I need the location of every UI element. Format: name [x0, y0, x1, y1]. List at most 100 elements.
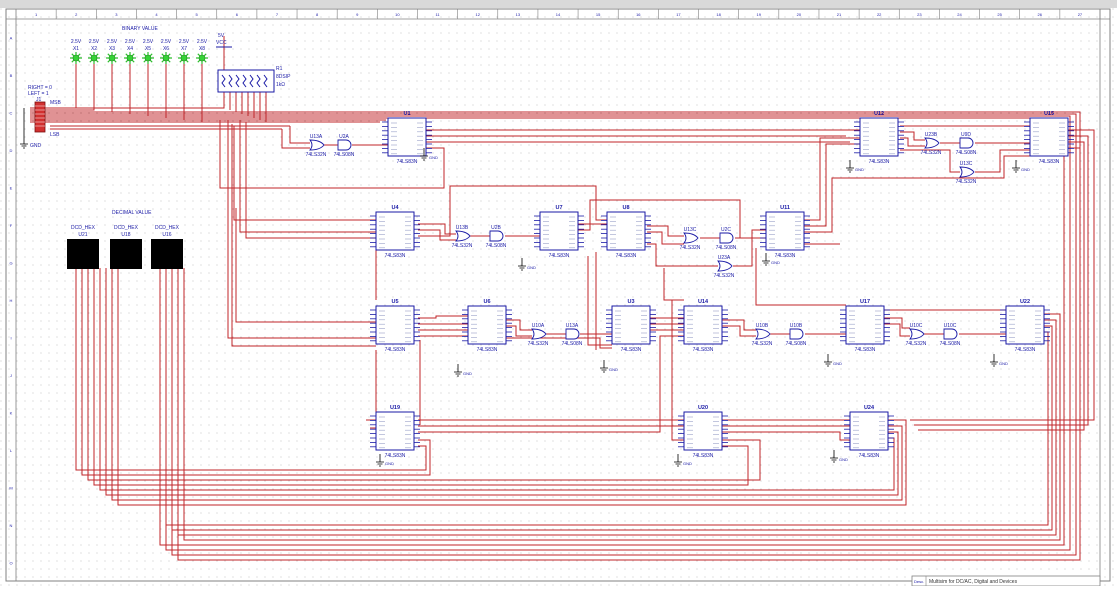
chip-body [606, 211, 646, 251]
probe-ref: X5 [145, 46, 151, 52]
gate-part: 74LS08N [562, 341, 583, 347]
display-type: DCD_HEX [71, 225, 96, 231]
chip-part: 74LS83N [869, 159, 890, 165]
chip-body [467, 305, 507, 345]
border-column-number: 27 [1078, 12, 1083, 17]
switch-msb-label: MSB [50, 100, 62, 106]
probe-voltage: 2.5V [161, 39, 172, 45]
border-row-letter: A [10, 36, 13, 41]
resistor-pack-value: 1kΩ [276, 82, 285, 88]
display-body [67, 239, 99, 269]
chip-body [1029, 117, 1069, 157]
border-column-number: 26 [1038, 12, 1043, 17]
chip-ref: U14 [698, 299, 709, 305]
gate-part: 74LS08N [334, 152, 355, 158]
probe-ref: X8 [199, 46, 205, 52]
ground-label: GND [30, 143, 42, 149]
schematic-sheet: 1 2 3 4 5 6 7 8 9 10 11 12 13 14 15 16 17 18 19 20 21 22 23 24 2… [0, 0, 1117, 587]
ground-label: GND [463, 371, 472, 376]
gate-ref: U10A [532, 323, 545, 329]
display-type: DCD_HEX [114, 225, 139, 231]
decimal-value-label: DECIMAL VALUE [112, 210, 152, 216]
gate-part: 74LS32N [528, 341, 549, 347]
resistor-pack-type: 8DSIP [276, 74, 291, 80]
chip-body [539, 211, 579, 251]
ground-label: GND [429, 155, 438, 160]
dot-grid [0, 8, 1117, 586]
border-row-letter: D [10, 148, 13, 153]
vcc-name: VCC [216, 40, 227, 46]
gate-part: 74LS32N [956, 179, 977, 185]
chip-body [611, 305, 651, 345]
probe-ref: X4 [127, 46, 133, 52]
border-row-letter: I [10, 335, 11, 340]
gate-ref: U2B [491, 225, 501, 231]
probe-ref: X6 [163, 46, 169, 52]
chip-part: 74LS83N [477, 347, 498, 353]
probe-voltage: 2.5V [179, 39, 190, 45]
chip-body [1005, 305, 1045, 345]
display-ref: U21 [78, 232, 87, 238]
ground-label: GND [385, 461, 394, 466]
probe-voltage: 2.5V [125, 39, 136, 45]
gate-ref: U13B [456, 225, 469, 231]
probe-voltage: 2.5V [71, 39, 82, 45]
chip-ref: U15 [1044, 111, 1054, 117]
border-column-number: 10 [395, 12, 400, 17]
gate-ref: U10C [910, 323, 923, 329]
title-block-text: Multisim for DC/AC, Digital and Devices [929, 579, 1018, 585]
chip-body [859, 117, 899, 157]
ground-label: GND [609, 367, 618, 372]
chip-part: 74LS83N [621, 347, 642, 353]
chip-body [375, 411, 415, 451]
gate-ref: U9D [961, 132, 971, 138]
border-row-letter: J [10, 373, 12, 378]
schematic-canvas: 1 2 3 4 5 6 7 8 9 10 11 12 13 14 15 16 17 18 19 20 21 22 23 24 2… [0, 0, 1117, 587]
chip-ref: U7 [555, 205, 562, 211]
border-row-letter: B [10, 73, 13, 78]
gate-ref: U13A [566, 323, 579, 329]
display-ref: U18 [121, 232, 130, 238]
probe-voltage: 2.5V [107, 39, 118, 45]
vcc-voltage: 5V [218, 33, 225, 39]
gate-ref: U10B [790, 323, 803, 329]
chip-part: 74LS83N [693, 453, 714, 459]
gate-part: 74LS32N [906, 341, 927, 347]
gate-ref: U10C [944, 323, 957, 329]
border-row-letter: M [9, 485, 12, 490]
chip-body [683, 411, 723, 451]
chip-part: 74LS83N [549, 253, 570, 259]
ground-label: GND [771, 260, 780, 265]
border-row-letter: G [9, 261, 12, 266]
probe-ref: X1 [73, 46, 79, 52]
ground-label: GND [855, 167, 864, 172]
title-block-label: Desc. [914, 579, 924, 584]
border-row-letter: C [10, 111, 13, 116]
border-row-letter: N [10, 523, 13, 528]
border-column-number: 23 [917, 12, 922, 17]
ground-label: GND [999, 361, 1008, 366]
gate-part: 74LS08N [486, 243, 507, 249]
gate-part: 74LS08N [956, 150, 977, 156]
border-row-letters: ABCDEFGHIJKLMNO [9, 36, 13, 566]
border-column-number: 19 [757, 12, 762, 17]
display-body [151, 239, 183, 269]
gate-part: 74LS08N [786, 341, 807, 347]
border-row-letter: E [10, 186, 13, 191]
border-column-number: 16 [636, 12, 641, 17]
chip-ref: U4 [391, 205, 399, 211]
binary-value-label: BINARY VALUE [122, 26, 159, 32]
ground-label: GND [1021, 167, 1030, 172]
border-column-number: 20 [797, 12, 802, 17]
gate-ref: U23B [925, 132, 938, 138]
probe-voltage: 2.5V [143, 39, 154, 45]
gate-ref: U13C [960, 161, 973, 167]
border-column-number: 22 [877, 12, 882, 17]
chip-ref: U22 [1020, 299, 1030, 305]
chip-part: 74LS83N [385, 453, 406, 459]
top-scrollbar-area[interactable] [0, 0, 1117, 8]
chip-part: 74LS83N [385, 347, 406, 353]
probe-ref: X7 [181, 46, 187, 52]
gate-ref: U23A [718, 255, 731, 261]
gate-part: 74LS32N [452, 243, 473, 249]
